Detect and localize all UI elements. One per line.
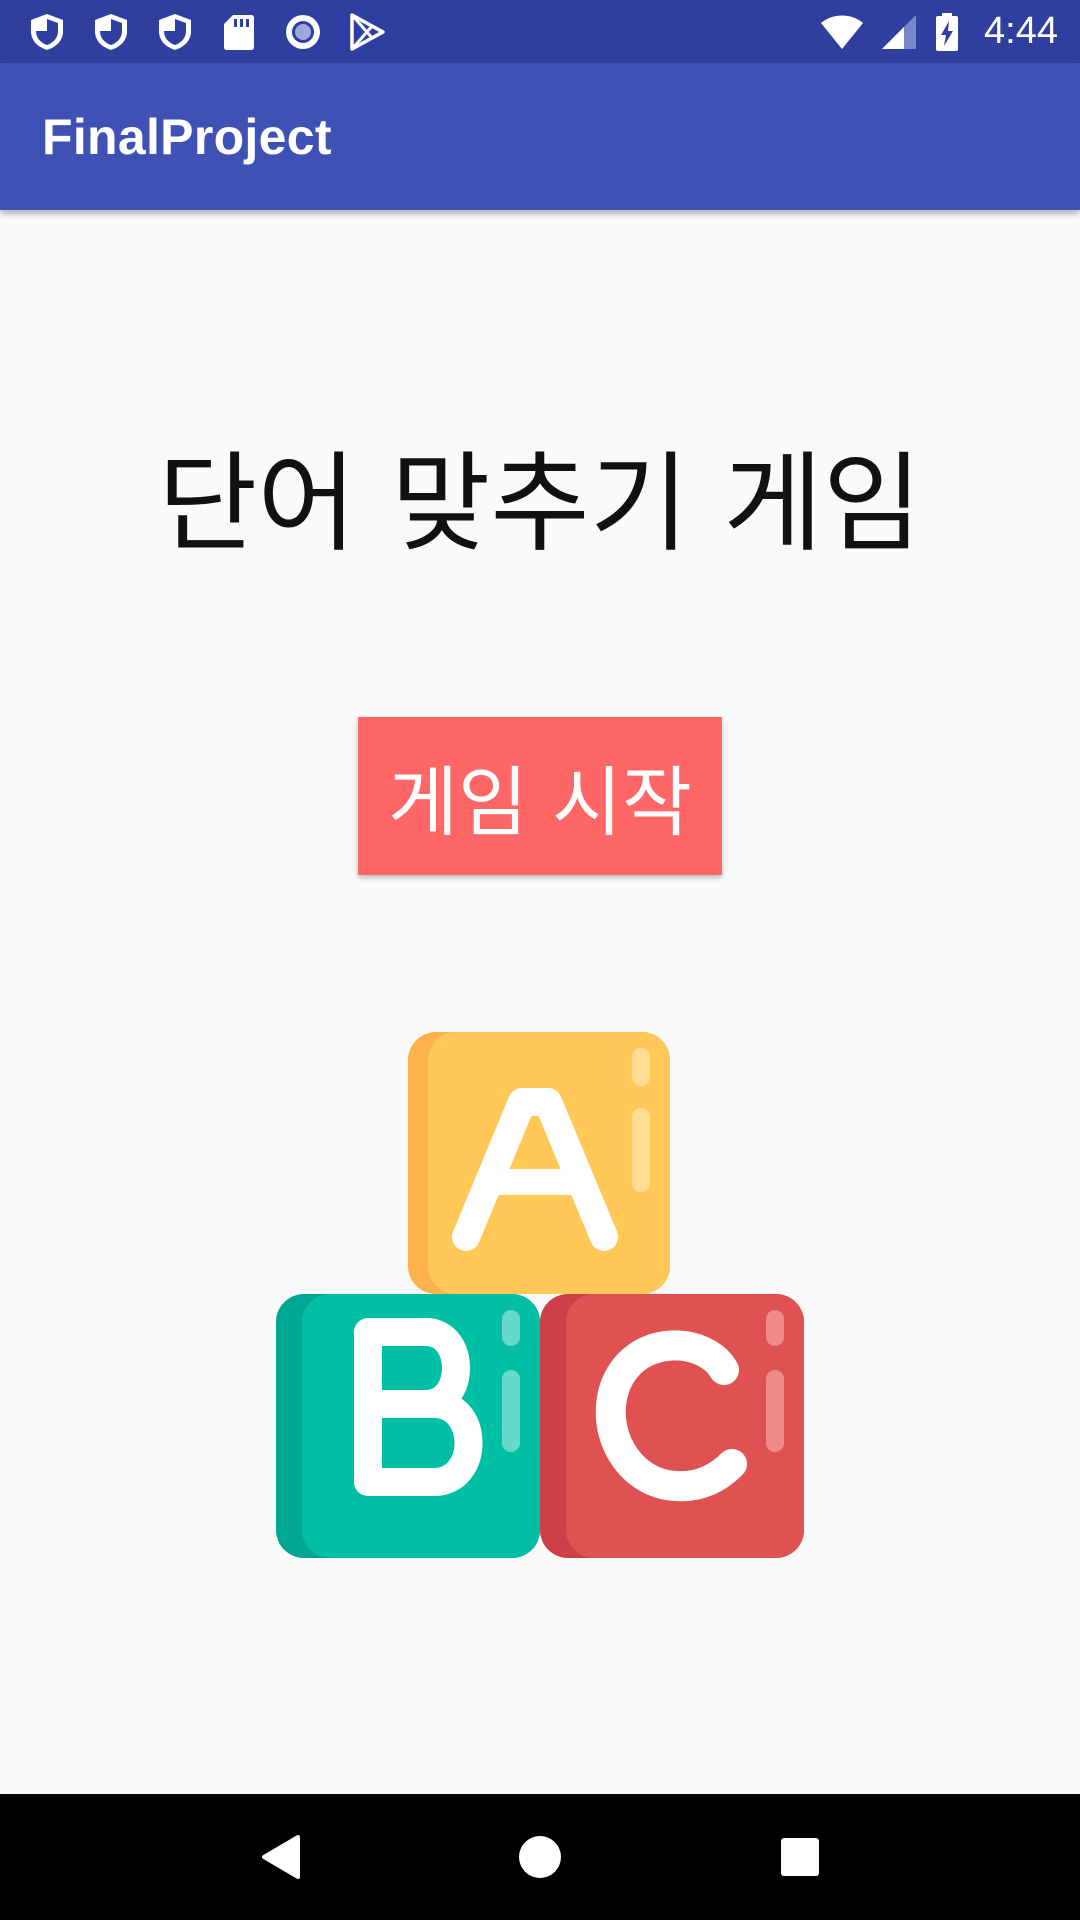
nav-bar (0, 1794, 1080, 1920)
play-store-icon (348, 12, 386, 51)
status-right-icons: 4:44 (820, 10, 1080, 53)
shield-icon (28, 13, 66, 51)
page-title: 단어 맞추기 게임 (157, 442, 923, 567)
block-c (540, 1294, 804, 1558)
cell-signal-icon (880, 13, 918, 51)
status-time: 4:44 (984, 10, 1058, 52)
start-game-button[interactable]: 게임 시작 (358, 717, 722, 875)
record-icon (284, 13, 322, 51)
battery-charging-icon (934, 12, 960, 51)
screen: 4:44 FinalProject 단어 맞추기 게임 게임 시작 (0, 0, 1080, 1920)
status-left-icons (0, 12, 386, 51)
home-icon[interactable] (500, 1817, 580, 1897)
block-a (408, 1032, 670, 1294)
sd-card-icon (220, 13, 258, 51)
wifi-icon (820, 13, 864, 51)
block-b (276, 1294, 540, 1558)
abc-blocks-icon (276, 1032, 804, 1560)
app-bar: FinalProject (0, 63, 1080, 210)
app-title: FinalProject (42, 108, 332, 165)
status-bar: 4:44 (0, 0, 1080, 63)
shield-icon (156, 13, 194, 51)
shield-icon (92, 13, 130, 51)
recents-icon[interactable] (760, 1817, 840, 1897)
back-icon[interactable] (240, 1817, 320, 1897)
